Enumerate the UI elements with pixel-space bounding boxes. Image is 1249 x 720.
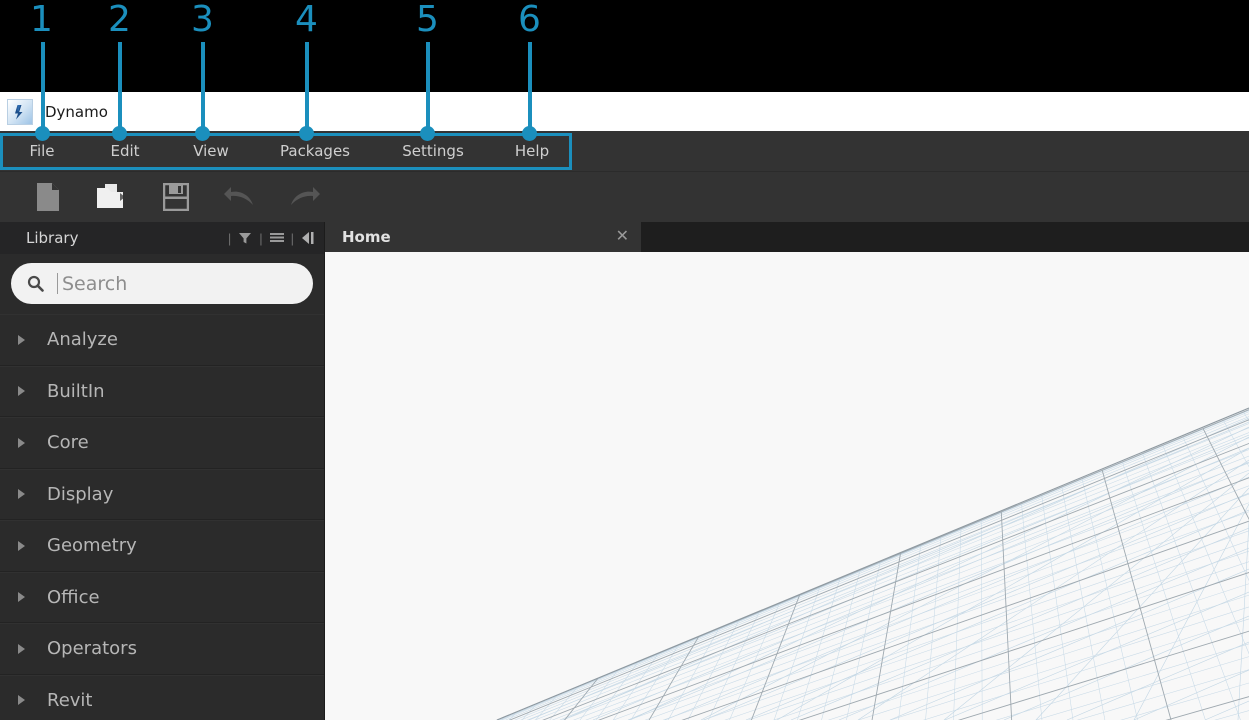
sidebar-item-label: Office <box>47 586 100 608</box>
callout-number-4: 4 <box>295 0 318 40</box>
app-title: Dynamo <box>45 102 108 121</box>
sidebar-item-geometry[interactable]: Geometry <box>0 520 324 572</box>
filter-funnel-icon[interactable] <box>235 228 255 248</box>
workspace-tab-strip: Home ✕ <box>325 222 1249 252</box>
chevron-right-icon <box>18 592 25 603</box>
menu-item-settings[interactable]: Settings <box>374 138 492 164</box>
save-floppy-icon <box>163 183 189 211</box>
callout-number-3: 3 <box>191 0 214 40</box>
sidebar-item-label: BuiltIn <box>47 380 105 402</box>
sidebar-item-label: Revit <box>47 689 93 711</box>
dynamo-application-window: Dynamo File Edit View Packages Settings … <box>0 0 1249 720</box>
dynamo-logo-icon <box>7 98 33 125</box>
sidebar-item-analyze[interactable]: Analyze <box>0 314 324 366</box>
sidebar-item-label: Core <box>47 432 89 454</box>
library-header-icons: | | | <box>224 228 318 248</box>
divider: | <box>227 230 232 246</box>
sidebar-item-label: Geometry <box>47 535 137 557</box>
perspective-grid <box>496 407 1249 720</box>
menu-item-packages[interactable]: Packages <box>256 138 374 164</box>
menu-item-edit[interactable]: Edit <box>84 138 166 164</box>
close-icon[interactable]: ✕ <box>616 229 629 245</box>
menu-bar: File Edit View Packages Settings Help <box>0 131 1249 172</box>
new-file-button[interactable] <box>16 175 80 219</box>
chevron-right-icon <box>18 386 25 397</box>
library-panel: Library | | | Search Analyze BuiltIn Cor… <box>0 222 325 720</box>
workspace-canvas[interactable] <box>325 252 1249 720</box>
callout-number-1: 1 <box>30 0 53 40</box>
sidebar-item-revit[interactable]: Revit <box>0 674 324 720</box>
sidebar-item-core[interactable]: Core <box>0 417 324 469</box>
chevron-right-icon <box>18 334 25 345</box>
menu-item-view[interactable]: View <box>166 138 256 164</box>
chevron-right-icon <box>18 437 25 448</box>
redo-arrow-icon <box>288 184 320 210</box>
sidebar-item-label: Display <box>47 483 114 505</box>
tab-strip-empty-area <box>641 222 1249 252</box>
divider: | <box>290 230 294 246</box>
title-bar: Dynamo <box>0 92 1249 131</box>
sidebar-item-operators[interactable]: Operators <box>0 623 324 675</box>
sidebar-item-label: Analyze <box>47 329 118 351</box>
chevron-right-icon <box>18 540 25 551</box>
collapse-panel-icon[interactable] <box>298 228 318 248</box>
library-title: Library <box>26 229 79 247</box>
undo-arrow-icon <box>224 184 256 210</box>
divider: | <box>259 230 263 246</box>
main-toolbar <box>0 172 1249 222</box>
save-file-button[interactable] <box>144 175 208 219</box>
list-lines-icon[interactable] <box>267 228 287 248</box>
callout-number-5: 5 <box>416 0 439 40</box>
chevron-right-icon <box>18 695 25 706</box>
sidebar-item-label: Operators <box>47 638 137 660</box>
menu-item-file[interactable]: File <box>0 138 84 164</box>
chevron-right-icon <box>18 489 25 500</box>
search-input[interactable]: Search <box>11 263 313 304</box>
sidebar-item-builtin[interactable]: BuiltIn <box>0 365 324 417</box>
callout-number-2: 2 <box>108 0 131 40</box>
library-header: Library | | | <box>0 222 324 254</box>
sidebar-item-display[interactable]: Display <box>0 468 324 520</box>
sidebar-item-office[interactable]: Office <box>0 571 324 623</box>
open-folder-icon <box>96 183 128 211</box>
library-category-list: Analyze BuiltIn Core Display Geometry Of… <box>0 314 324 720</box>
chevron-right-icon <box>18 643 25 654</box>
menu-item-help[interactable]: Help <box>492 138 572 164</box>
text-caret <box>57 273 58 294</box>
search-icon <box>27 275 44 292</box>
tab-label: Home <box>342 228 391 246</box>
callout-number-6: 6 <box>518 0 541 40</box>
redo-button[interactable] <box>272 175 336 219</box>
new-document-icon <box>35 182 61 212</box>
library-search-wrapper: Search <box>0 254 324 314</box>
open-file-button[interactable] <box>80 175 144 219</box>
undo-button[interactable] <box>208 175 272 219</box>
tab-home[interactable]: Home ✕ <box>325 222 641 252</box>
search-placeholder: Search <box>62 272 128 295</box>
